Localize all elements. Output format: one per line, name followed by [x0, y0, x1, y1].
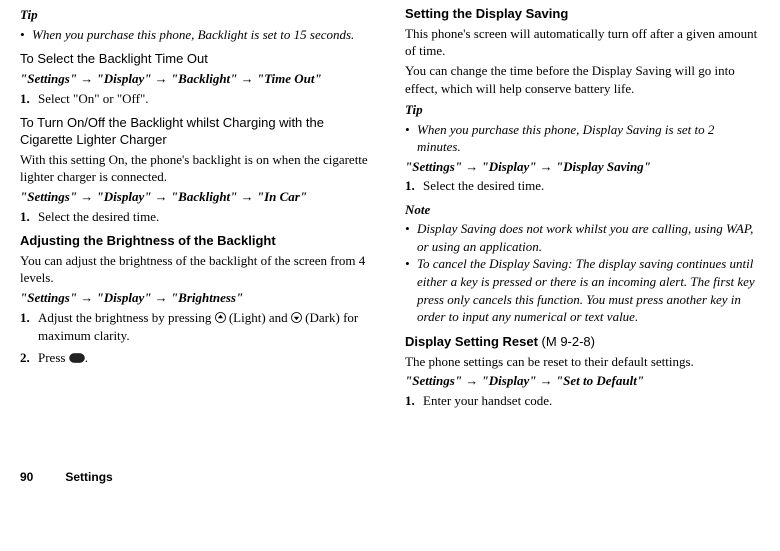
- nav-path: "Settings" → "Display" → "Brightness": [20, 289, 375, 307]
- heading-display-reset: Display Setting Reset (M 9-2-8): [405, 334, 760, 351]
- bullet: •: [405, 220, 417, 255]
- step-number: 1.: [20, 90, 38, 108]
- left-column: Tip • When you purchase this phone, Back…: [20, 6, 375, 409]
- body-text: With this setting On, the phone's backli…: [20, 151, 375, 186]
- step: 1. Enter your handset code.: [405, 392, 760, 410]
- heading-select-backlight-timeout: To Select the Backlight Time Out: [20, 51, 375, 68]
- step-text: Adjust the brightness by pressing (Light…: [38, 309, 375, 345]
- nav-path: "Settings" → "Display" → "Set to Default…: [405, 372, 760, 390]
- nav-path: "Settings" → "Display" → "Backlight" → "…: [20, 188, 375, 206]
- tip-text: When you purchase this phone, Backlight …: [32, 26, 354, 44]
- footer-title: Settings: [65, 470, 112, 484]
- step-number: 2.: [20, 349, 38, 368]
- note-item: • To cancel the Display Saving: The disp…: [405, 255, 760, 325]
- note-text: To cancel the Display Saving: The displa…: [417, 255, 760, 325]
- body-text: You can adjust the brightness of the bac…: [20, 252, 375, 287]
- text-fragment: Adjust the brightness by pressing: [38, 310, 215, 325]
- step: 1. Adjust the brightness by pressing (Li…: [20, 309, 375, 345]
- step-number: 1.: [20, 309, 38, 345]
- center-key-icon: [69, 350, 85, 368]
- tip-text: When you purchase this phone, Display Sa…: [417, 121, 760, 156]
- text-fragment: (Light) and: [226, 310, 291, 325]
- tip-item: • When you purchase this phone, Display …: [405, 121, 760, 156]
- note-item: • Display Saving does not work whilst yo…: [405, 220, 760, 255]
- step-text: Select the desired time.: [38, 208, 159, 226]
- tip-item: • When you purchase this phone, Backligh…: [20, 26, 375, 44]
- body-text: The phone settings can be reset to their…: [405, 353, 760, 371]
- note-label: Note: [405, 201, 760, 219]
- step: 1. Select the desired time.: [20, 208, 375, 226]
- bullet: •: [405, 255, 417, 325]
- page-number: 90: [20, 469, 33, 485]
- step-text: Press .: [38, 349, 88, 368]
- tip-label: Tip: [405, 101, 760, 119]
- step: 1. Select "On" or "Off".: [20, 90, 375, 108]
- note-text: Display Saving does not work whilst you …: [417, 220, 760, 255]
- nav-path: "Settings" → "Display" → "Display Saving…: [405, 158, 760, 176]
- heading-backlight-in-car: To Turn On/Off the Backlight whilst Char…: [20, 115, 375, 149]
- step-text: Select the desired time.: [423, 177, 544, 195]
- text-fragment: .: [85, 350, 88, 365]
- step-number: 1.: [405, 392, 423, 410]
- bullet: •: [405, 121, 417, 156]
- step: 1. Select the desired time.: [405, 177, 760, 195]
- step-number: 1.: [20, 208, 38, 226]
- text-fragment: Press: [38, 350, 69, 365]
- page-columns: Tip • When you purchase this phone, Back…: [20, 6, 760, 409]
- heading-display-saving: Setting the Display Saving: [405, 6, 760, 23]
- nav-path: "Settings" → "Display" → "Backlight" → "…: [20, 70, 375, 88]
- body-text: You can change the time before the Displ…: [405, 62, 760, 97]
- text-fragment: Display Setting Reset: [405, 334, 542, 349]
- down-key-icon: [291, 310, 302, 328]
- bullet: •: [20, 26, 32, 44]
- step-text: Select "On" or "Off".: [38, 90, 149, 108]
- step-number: 1.: [405, 177, 423, 195]
- tip-label: Tip: [20, 6, 375, 24]
- menu-code: (M 9-2-8): [542, 334, 595, 349]
- heading-brightness: Adjusting the Brightness of the Backligh…: [20, 233, 375, 250]
- step-text: Enter your handset code.: [423, 392, 552, 410]
- body-text: This phone's screen will automatically t…: [405, 25, 760, 60]
- page-footer: 90 Settings: [20, 469, 760, 485]
- up-key-icon: [215, 310, 226, 328]
- right-column: Setting the Display Saving This phone's …: [405, 6, 760, 409]
- step: 2. Press .: [20, 349, 375, 368]
